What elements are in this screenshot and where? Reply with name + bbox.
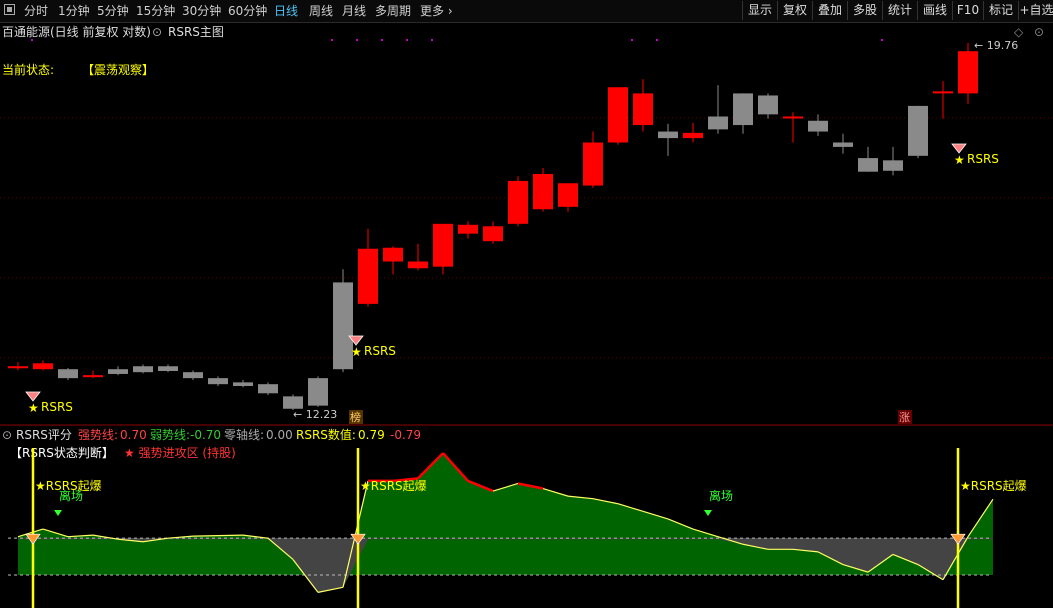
candle-body xyxy=(583,142,603,186)
candle-body xyxy=(83,375,103,378)
candle-body xyxy=(958,51,978,94)
candle-body xyxy=(158,366,178,371)
marker-dot xyxy=(356,39,358,41)
candle-body xyxy=(183,372,203,379)
candle-body xyxy=(683,132,703,139)
candle-body xyxy=(508,180,528,224)
signal-label: ★RSRS起爆 xyxy=(360,479,427,493)
marker-dot xyxy=(331,39,333,41)
rsrs-signal-label: RSRS xyxy=(364,344,396,358)
rsrs-signal-label: RSRS xyxy=(967,152,999,166)
marker-dot xyxy=(406,39,408,41)
candle-body xyxy=(58,369,78,379)
candle-body xyxy=(858,158,878,172)
candle-body xyxy=(758,95,778,115)
candle-body xyxy=(383,247,403,262)
candle-body xyxy=(458,224,478,234)
candle-body xyxy=(708,116,728,130)
rsrs-gem-icon xyxy=(25,391,41,402)
signal-label: ★RSRS起爆 xyxy=(960,479,1027,493)
candle-body xyxy=(783,116,803,119)
candle-body xyxy=(733,93,753,126)
rsrs-signal-label: RSRS xyxy=(41,400,73,414)
rsrs-star-icon: ★ xyxy=(28,401,39,415)
rsrs-star-icon: ★ xyxy=(954,153,965,167)
badge-zhang: 涨 xyxy=(899,411,910,424)
rsrs-fill-area xyxy=(18,453,993,593)
candle-body xyxy=(433,223,453,267)
rsrs-gem-icon xyxy=(951,143,967,154)
exit-label: 离场 xyxy=(709,488,733,503)
chart-canvas: ← 19.76← 12.23★ RSRS★ RSRS★ RSRS榜 涨★RSRS起爆 ★R… xyxy=(0,39,1053,608)
marker-dot xyxy=(631,39,633,41)
candle-body xyxy=(833,142,853,147)
candle-body xyxy=(408,261,428,269)
rsrs-line-segment xyxy=(192,535,219,537)
candle-body xyxy=(308,378,328,406)
candle-body xyxy=(608,87,628,143)
marker-dot xyxy=(431,39,433,41)
exit-arrow-icon xyxy=(704,510,712,516)
badge-bang: 榜 xyxy=(350,410,361,424)
candle-body xyxy=(483,226,503,242)
marker-dot xyxy=(381,39,383,41)
candle-body xyxy=(908,105,928,156)
price-high-label: ← 19.76 xyxy=(974,39,1018,52)
price-low-label: ← 12.23 xyxy=(293,408,337,421)
candle-body xyxy=(933,91,953,94)
candle-body xyxy=(533,173,553,210)
candle-body xyxy=(633,93,653,126)
exit-label: 离场 xyxy=(59,488,83,503)
candle-body xyxy=(558,183,578,207)
candle-body xyxy=(883,160,903,171)
exit-arrow-icon xyxy=(54,510,62,516)
candle-body xyxy=(283,396,303,409)
candle-body xyxy=(808,120,828,132)
marker-dot xyxy=(656,39,658,41)
candle-body xyxy=(33,363,53,370)
candle-body xyxy=(333,282,353,370)
rsrs-star-icon: ★ xyxy=(351,345,362,359)
candle-body xyxy=(358,248,378,304)
candle-body xyxy=(258,384,278,394)
candle-body xyxy=(8,366,28,369)
marker-dot xyxy=(881,39,883,41)
candle-body xyxy=(108,369,128,374)
candle-body xyxy=(208,378,228,385)
candle-body xyxy=(233,382,253,386)
candle-body xyxy=(133,366,153,373)
candle-body xyxy=(658,131,678,139)
rsrs-line-segment xyxy=(217,534,244,537)
marker-dot xyxy=(31,39,33,41)
